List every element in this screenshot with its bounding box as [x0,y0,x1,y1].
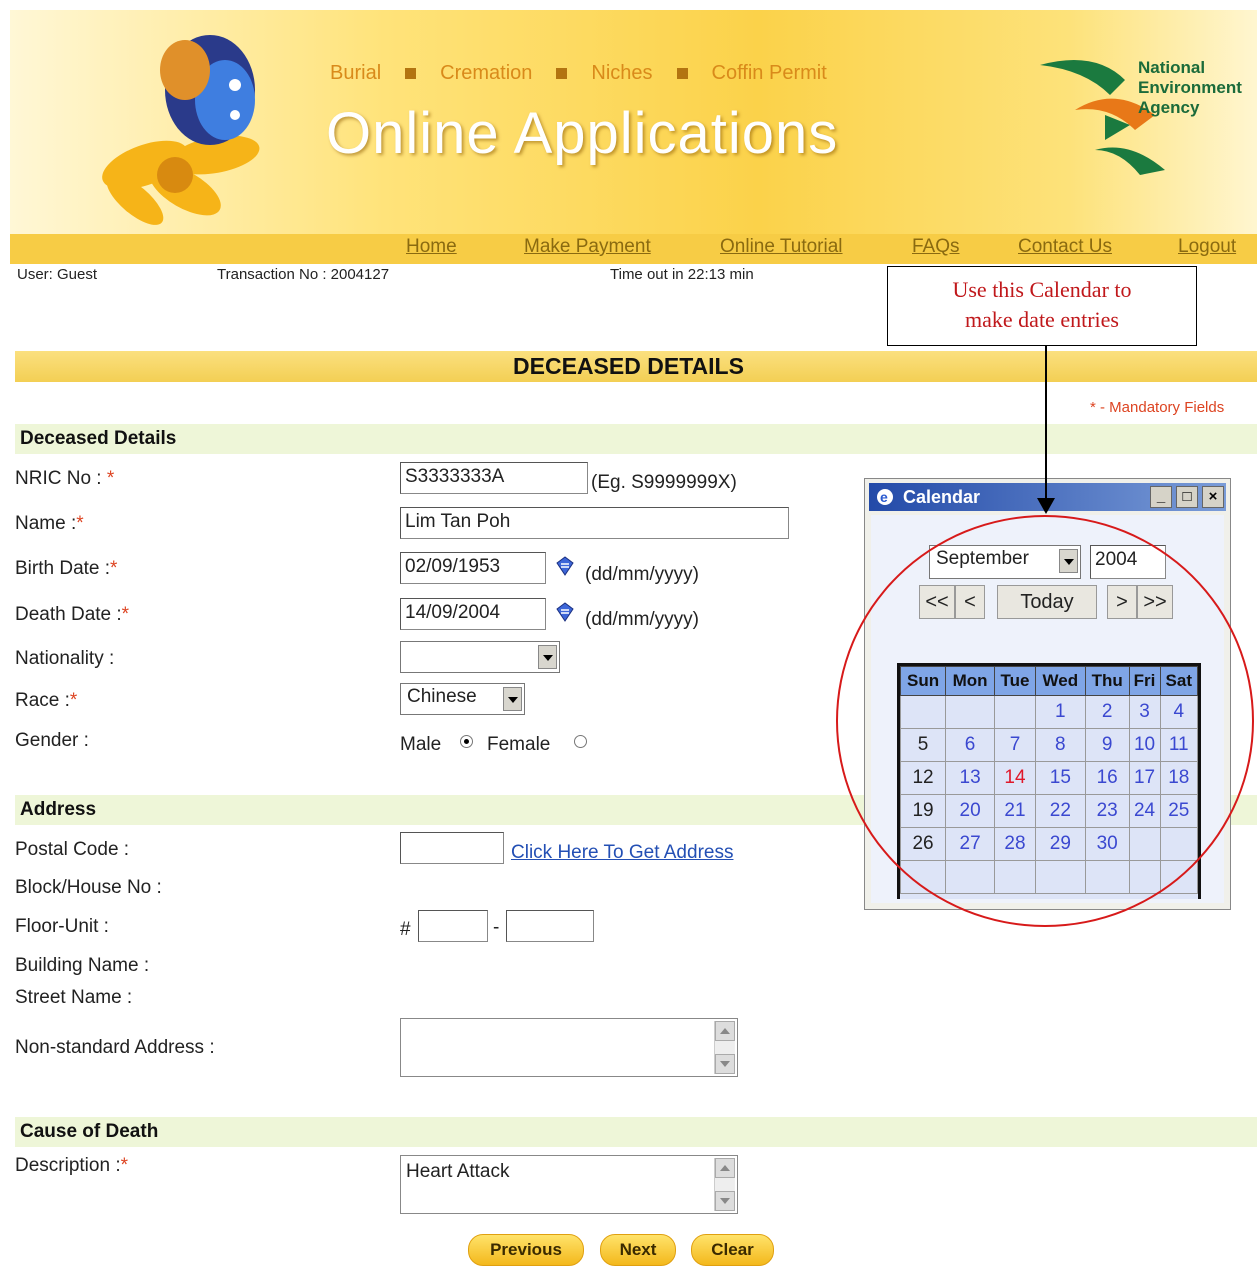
required-star: * [106,468,115,489]
banner-service-links: Burial Cremation Niches Coffin Permit [330,62,827,85]
nav-make-payment[interactable]: Make Payment [524,236,651,258]
required-star: * [120,1155,129,1176]
nationality-select[interactable] [400,641,560,673]
required-star: * [121,604,130,625]
gender-label: Gender : [15,730,89,751]
textarea-scrollbar[interactable] [714,1021,735,1074]
race-label-text: Race : [15,690,70,711]
address-heading: Address [20,799,97,820]
race-label: Race :* [15,690,77,712]
floor-input[interactable] [418,910,488,942]
close-icon[interactable]: × [1202,486,1224,508]
description-label: Description :* [15,1155,128,1177]
callout-line: Use this Calendar to [952,277,1132,302]
required-star: * [110,558,118,579]
callout-arrow-line [1045,346,1047,506]
birth-date-label: Birth Date :* [15,558,117,580]
previous-button[interactable]: Previous [468,1234,584,1266]
block-house-label: Block/House No : [15,877,162,898]
minimize-icon[interactable]: _ [1150,486,1172,508]
race-selected: Chinese [407,686,477,707]
user-info: User: Guest [17,266,98,283]
name-input[interactable]: Lim Tan Poh [400,507,789,539]
name-label-text: Name : [15,513,77,534]
agency-name-line: Agency [1138,98,1200,117]
nav-faqs[interactable]: FAQs [912,236,960,258]
required-star: * [69,690,78,711]
gender-male-label: Male [400,734,442,755]
description-value: Heart Attack [406,1161,510,1182]
agency-name: National Environment Agency [1138,58,1242,118]
nationality-label: Nationality : [15,648,115,669]
description-label-text: Description : [15,1155,121,1176]
calendar-callout: Use this Calendar to make date entries [887,266,1197,346]
nric-hint: (Eg. S9999999X) [591,472,737,493]
banner-title: Online Applications [326,101,839,166]
birth-date-input[interactable]: 02/09/1953 [400,552,546,584]
required-star: * [76,513,84,534]
mandatory-note: * - Mandatory Fields [1090,399,1225,416]
callout-line: make date entries [965,307,1119,332]
nav-logout[interactable]: Logout [1178,236,1236,258]
gender-female-label: Female [487,734,551,755]
deceased-group-bar [15,424,1257,454]
building-name-label: Building Name : [15,955,150,976]
chevron-down-icon [538,645,557,669]
butterfly-flower-image [102,35,260,225]
svg-text:e: e [880,489,888,505]
hash-symbol: # [400,919,411,940]
nric-input[interactable]: S3333333A [400,462,588,494]
gender-male-radio[interactable] [460,735,473,748]
unit-input[interactable] [506,910,594,942]
death-date-input[interactable]: 14/09/2004 [400,598,546,630]
nav-online-tutorial[interactable]: Online Tutorial [720,236,843,258]
deceased-heading: Deceased Details [20,428,177,449]
calendar-title: Calendar [903,487,981,507]
banner-link-burial: Burial [330,62,382,84]
death-date-hint: (dd/mm/yyyy) [585,609,699,630]
name-label: Name :* [15,513,84,535]
ie-icon: e [877,489,893,505]
cause-group-bar [15,1117,1257,1147]
next-button[interactable]: Next [600,1234,676,1266]
street-name-label: Street Name : [15,987,133,1008]
nric-label-text: NRIC No : [15,468,102,489]
clear-button[interactable]: Clear [691,1234,774,1266]
nric-label: NRIC No : * [15,468,114,490]
cause-heading: Cause of Death [20,1121,159,1142]
floor-unit-label: Floor-Unit : [15,916,109,937]
agency-name-line: National [1138,58,1206,77]
chevron-down-icon [503,687,522,711]
get-address-link[interactable]: Click Here To Get Address [511,842,733,864]
description-textarea[interactable]: Heart Attack [400,1155,738,1214]
highlight-circle [836,515,1254,927]
banner-link-cremation: Cremation [440,62,533,84]
death-date-label: Death Date :* [15,604,129,626]
birth-date-hint: (dd/mm/yyyy) [585,564,699,585]
race-select[interactable]: Chinese [400,683,525,715]
maximize-icon[interactable]: □ [1176,486,1198,508]
postal-code-input[interactable] [400,832,504,864]
nav-home[interactable]: Home [406,236,457,258]
textarea-scrollbar[interactable] [714,1158,735,1211]
dash-symbol: - [493,917,500,938]
page-title: DECEASED DETAILS [513,353,744,379]
calendar-picker-icon[interactable] [554,601,576,623]
transaction-number: Transaction No : 2004127 [217,266,390,283]
calendar-picker-icon[interactable] [554,555,576,577]
postal-code-label: Postal Code : [15,839,130,860]
birth-date-label-text: Birth Date : [15,558,111,579]
death-date-label-text: Death Date : [15,604,122,625]
non-standard-address-label: Non-standard Address : [15,1037,215,1058]
callout-arrow-head [1037,498,1055,514]
nav-contact-us[interactable]: Contact Us [1018,236,1112,258]
banner-link-coffin-permit: Coffin Permit [711,62,827,84]
agency-name-line: Environment [1138,78,1242,97]
non-standard-address-textarea[interactable] [400,1018,738,1077]
session-timeout: Time out in 22:13 min [610,266,754,283]
gender-female-radio[interactable] [574,735,587,748]
banner-link-niches: Niches [591,62,653,84]
